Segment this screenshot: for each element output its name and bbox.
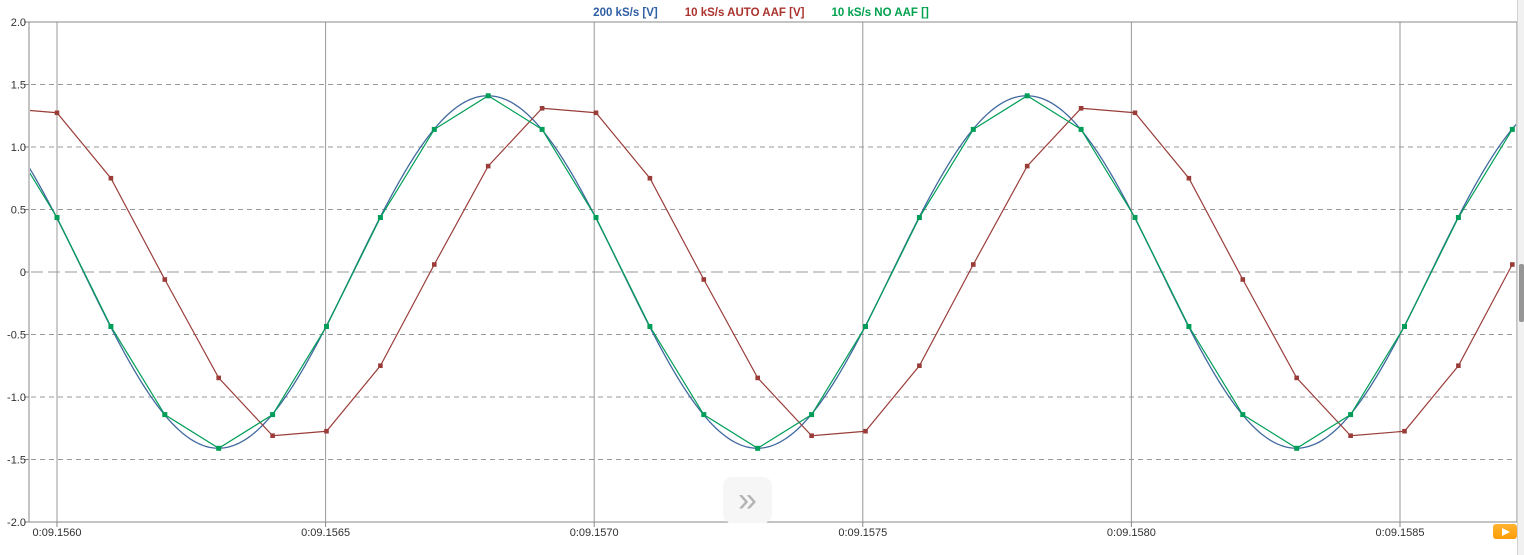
- waveform-recorder-screen: 200 kS/s [V] 10 kS/s AUTO AAF [V] 10 kS/s …: [0, 0, 1524, 555]
- x-tick-label: 0:09.1575: [838, 527, 887, 539]
- legend-item-2[interactable]: 10 kS/s NO AAF []: [831, 7, 928, 19]
- expand-button[interactable]: »: [723, 477, 772, 523]
- y-tick-label: 0.5: [11, 205, 26, 217]
- y-tick-label: 0: [20, 267, 26, 279]
- chart-legend: 200 kS/s [V] 10 kS/s AUTO AAF [V] 10 kS/s …: [593, 7, 929, 19]
- y-tick-label: -2.0: [7, 517, 26, 529]
- x-tick-label: 0:09.1570: [570, 527, 619, 539]
- x-tick-label: 0:09.1580: [1107, 527, 1156, 539]
- play-button[interactable]: [1493, 524, 1517, 539]
- y-tick-label: 1.0: [11, 142, 26, 154]
- play-icon: [1502, 528, 1510, 536]
- legend-item-0[interactable]: 200 kS/s [V]: [593, 7, 658, 19]
- x-tick-label: 0:09.1560: [33, 527, 82, 539]
- y-tick-label: 1.5: [11, 80, 26, 92]
- horizontal-gridlines: [31, 85, 1516, 460]
- y-tick-label: -1.0: [7, 392, 26, 404]
- scrollbar-thumb[interactable]: [1519, 264, 1524, 322]
- legend-item-1[interactable]: 10 kS/s AUTO AAF [V]: [685, 7, 805, 19]
- y-tick-label: -0.5: [7, 330, 26, 342]
- vertical-scrollbar[interactable]: [1517, 0, 1524, 555]
- x-tick-label: 0:09.1565: [301, 527, 350, 539]
- y-axis-ticks-labels: 2.0 1.5 1.0 0.5 0 -0.5 -1.0 -1.5 -2.0: [7, 17, 29, 529]
- y-tick-label: -1.5: [7, 455, 26, 467]
- waveform-plot[interactable]: 2.01.51.00.50-0.5-1.0-1.5-2.00:09.15600:…: [0, 0, 1524, 555]
- x-tick-label: 0:09.1585: [1376, 527, 1425, 539]
- x-axis-labels: 0:09.1560 0:09.1565 0:09.1570 0:09.1575 0:09…: [33, 527, 1425, 539]
- vertical-gridlines: [57, 22, 1400, 527]
- y-tick-label: 2.0: [11, 17, 26, 29]
